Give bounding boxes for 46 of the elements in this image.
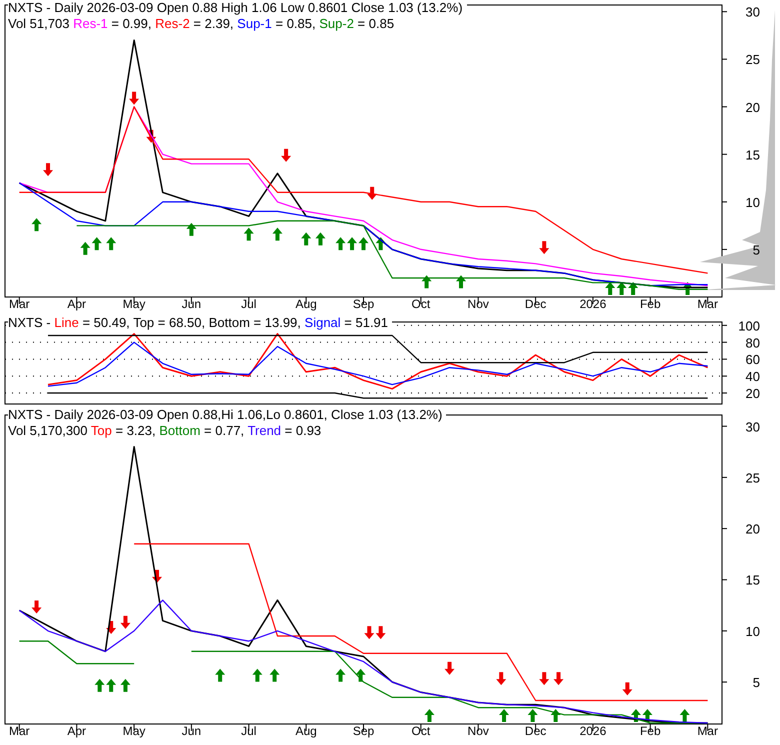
y-axis-label: 100 xyxy=(738,318,760,334)
x-axis-label: Sep xyxy=(352,297,374,311)
y-axis-label: 10 xyxy=(746,194,760,210)
y-axis-label: 5 xyxy=(752,242,760,258)
x-axis-label: Dec xyxy=(524,297,546,311)
x-axis-label: Oct xyxy=(412,724,430,738)
x-axis-label: Feb xyxy=(640,297,661,311)
y-axis-label: 30 xyxy=(746,4,760,20)
x-axis-label: Aug xyxy=(295,297,317,311)
x-axis-label: Jun xyxy=(182,297,202,311)
x-axis-label: Feb xyxy=(640,724,661,738)
x-axis-label: Mar xyxy=(697,724,718,738)
x-axis-label: Jun xyxy=(182,724,202,738)
y-axis-label: 40 xyxy=(746,369,760,384)
y-axis-label: 25 xyxy=(746,52,760,68)
y-axis-label: 30 xyxy=(746,419,760,434)
x-axis-label: Dec xyxy=(524,724,546,738)
y-axis-label: 15 xyxy=(746,147,760,162)
y-axis-label: 20 xyxy=(746,522,760,537)
x-axis-label: 2026 xyxy=(580,724,606,738)
y-axis-label: 15 xyxy=(746,572,760,588)
x-axis-label: Nov xyxy=(468,297,489,311)
y-axis-label: 20 xyxy=(746,100,760,115)
x-axis-label: Nov xyxy=(468,724,489,738)
chart-title: NXTS - Daily 2026-03-09 Open 0.88,Hi 1.06,Lo 0.8601, Close 1.03 (13.2%) xyxy=(8,407,446,423)
y-axis-label: 10 xyxy=(746,624,760,639)
x-axis-label: Mar xyxy=(9,297,30,311)
x-axis-label: Jul xyxy=(241,724,256,738)
x-axis-label: May xyxy=(122,724,146,738)
x-axis-label: Jul xyxy=(241,297,256,311)
x-axis-label: May xyxy=(122,297,146,311)
y-axis-label: 60 xyxy=(746,352,760,368)
x-axis-label: Oct xyxy=(412,297,430,311)
x-axis-label: Aug xyxy=(295,724,317,738)
x-axis-label: Apr xyxy=(67,724,86,738)
x-axis-label: Apr xyxy=(67,297,86,311)
x-axis-label: 2026 xyxy=(580,297,606,311)
legend-text: NXTS - Line = 50.49, Top = 68.50, Bottom = 13.99, Signal = 51.91 xyxy=(8,315,392,331)
y-axis-label: 80 xyxy=(746,335,760,350)
chart-title: NXTS - Daily 2026-03-09 Open 0.88 High 1.06 Low 0.8601 Close 1.03 (13.2%) xyxy=(8,0,467,16)
y-axis-label: 20 xyxy=(746,386,760,401)
x-axis-label: Mar xyxy=(697,297,718,311)
x-axis-label: Sep xyxy=(352,724,374,738)
y-axis-label: 25 xyxy=(746,470,760,486)
y-axis-label: 5 xyxy=(752,675,760,690)
x-axis-label: Mar xyxy=(9,724,30,738)
